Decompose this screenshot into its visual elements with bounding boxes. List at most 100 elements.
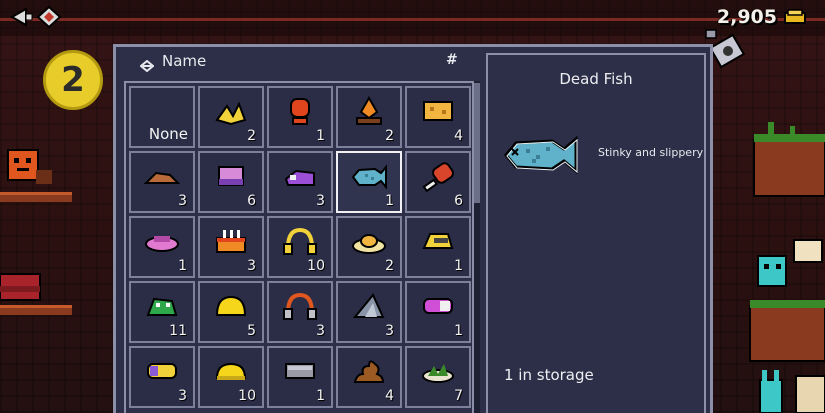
item-grid: None 2 1 2 4 3 6 3 1 6 1 3 10 2 1 11 5 3 3 1 3 10 1 4 7 [129, 86, 471, 408]
right-plant-shelf-decor [753, 122, 825, 197]
inventory-slot[interactable]: 3 [129, 346, 195, 408]
item-count: 10 [238, 388, 256, 404]
pink-cake-icon [218, 166, 244, 186]
birthday-cake-icon [216, 230, 246, 253]
inventory-slot[interactable]: 1 [267, 86, 333, 148]
item-count: 2 [385, 258, 394, 274]
banana-peel-icon [215, 101, 247, 126]
item-count: 3 [178, 388, 187, 404]
item-count: 2 [247, 128, 256, 144]
inventory-slot[interactable]: 1 [129, 216, 195, 278]
orange-creature-decor [7, 149, 52, 184]
item-count: 3 [178, 193, 187, 209]
shark-fin-icon [352, 293, 385, 318]
headphones-icon [283, 227, 317, 255]
inventory-header: Name # [116, 47, 480, 79]
item-count: 6 [247, 193, 256, 209]
inventory-slot[interactable]: 1 [267, 346, 333, 408]
orange-headphones-icon [283, 292, 317, 320]
inventory-slot[interactable]: 2 [198, 86, 264, 148]
inventory-slot[interactable]: 10 [267, 216, 333, 278]
item-count: 4 [385, 388, 394, 404]
inventory-slot[interactable]: 3 [198, 216, 264, 278]
game-scene: 2,905 2 Name # None 2 1 2 4 3 6 3 1 6 1 3 10 2 1 11 5 3 3 1… [0, 0, 825, 413]
inventory-slot[interactable]: 5 [198, 281, 264, 343]
inventory-slot[interactable]: 1 [336, 151, 402, 213]
inventory-slot[interactable]: 11 [129, 281, 195, 343]
inventory-slot[interactable]: 10 [198, 346, 264, 408]
grid-scrollbar[interactable] [474, 81, 480, 413]
gold-bar-icon [783, 9, 807, 25]
item-count: 10 [307, 258, 325, 274]
item-count: 6 [454, 193, 463, 209]
item-grid-frame: None 2 1 2 4 3 6 3 1 6 1 3 10 2 1 11 5 3 3 1 3 10 1 4 7 [124, 81, 474, 413]
left-shelf-top [0, 192, 72, 202]
item-count: 1 [316, 128, 325, 144]
item-description: Stinky and slippery [598, 146, 704, 159]
left-shelf-bottom [0, 305, 72, 315]
item-count: 2 [385, 128, 394, 144]
egg-plate-icon [352, 234, 386, 254]
cheese-block-icon [423, 101, 453, 121]
campfire-icon [356, 96, 382, 125]
item-count: 7 [454, 388, 463, 404]
inventory-slot[interactable]: 7 [405, 346, 471, 408]
pink-dish-icon [145, 236, 179, 252]
item-count: 1 [178, 258, 187, 274]
brown-poop-icon [353, 360, 385, 383]
back-arrow-icon[interactable] [8, 6, 34, 28]
meat-leg-icon [422, 162, 454, 193]
red-orb-icon [290, 98, 310, 125]
sofa-decor [0, 273, 41, 301]
item-count: 5 [247, 323, 256, 339]
inventory-slot[interactable]: 3 [336, 281, 402, 343]
dead-fish-icon [504, 135, 578, 175]
sort-by-name-header[interactable]: Name [162, 52, 206, 70]
inventory-slot[interactable]: 6 [198, 151, 264, 213]
scrollbar-thumb[interactable] [474, 83, 480, 203]
item-count: 3 [247, 258, 256, 274]
purple-slug-icon [284, 169, 315, 186]
coin-amount: 2,905 [716, 6, 777, 28]
none-slot-label: None [148, 125, 188, 143]
item-count: 3 [316, 193, 325, 209]
yellow-can-icon [147, 363, 177, 379]
bottom-bunny-decor [759, 370, 825, 413]
inventory-slot[interactable]: 4 [405, 86, 471, 148]
inventory-slot[interactable]: 3 [129, 151, 195, 213]
level-number: 2 [61, 60, 85, 100]
item-count: 3 [385, 323, 394, 339]
item-name: Dead Fish [559, 70, 633, 88]
inventory-slot[interactable]: 4 [336, 346, 402, 408]
inventory-slot[interactable]: 1 [405, 281, 471, 343]
inventory-slot[interactable]: 2 [336, 86, 402, 148]
item-count: 4 [454, 128, 463, 144]
item-count: 1 [454, 258, 463, 274]
inventory-slot[interactable]: None [129, 86, 195, 148]
green-frog-icon [146, 297, 178, 316]
inventory-panel: Name # None 2 1 2 4 3 6 3 1 6 1 3 10 2 1 11 5 3 3 1 3 10 1 4 7 D… [113, 44, 713, 413]
inventory-slot[interactable]: 3 [267, 281, 333, 343]
inventory-slot[interactable]: 1 [405, 216, 471, 278]
grass-tuft-icon [422, 364, 454, 383]
yellow-dome-icon [215, 295, 247, 316]
item-count: 1 [454, 323, 463, 339]
diamond-compass-icon[interactable] [36, 5, 62, 29]
level-badge: 2 [43, 50, 103, 110]
inventory-slot[interactable]: 2 [336, 216, 402, 278]
right-robot-decor [749, 239, 825, 362]
yellow-bun-icon [215, 362, 247, 380]
item-count: 11 [169, 323, 187, 339]
item-count: 1 [316, 388, 325, 404]
helmet-icon [422, 233, 454, 249]
inventory-slot[interactable]: 6 [405, 151, 471, 213]
item-count: 3 [316, 323, 325, 339]
top-divider [0, 18, 825, 21]
sort-icon[interactable] [139, 57, 155, 73]
purple-can-icon [423, 298, 453, 314]
coin-counter: 2,905 [717, 6, 807, 28]
dead-fish-icon [351, 164, 387, 190]
item-detail-panel: Dead Fish Stinky and slippery 1 in stora… [486, 53, 706, 413]
inventory-slot[interactable]: 3 [267, 151, 333, 213]
sort-by-count-header[interactable]: # [446, 52, 458, 68]
